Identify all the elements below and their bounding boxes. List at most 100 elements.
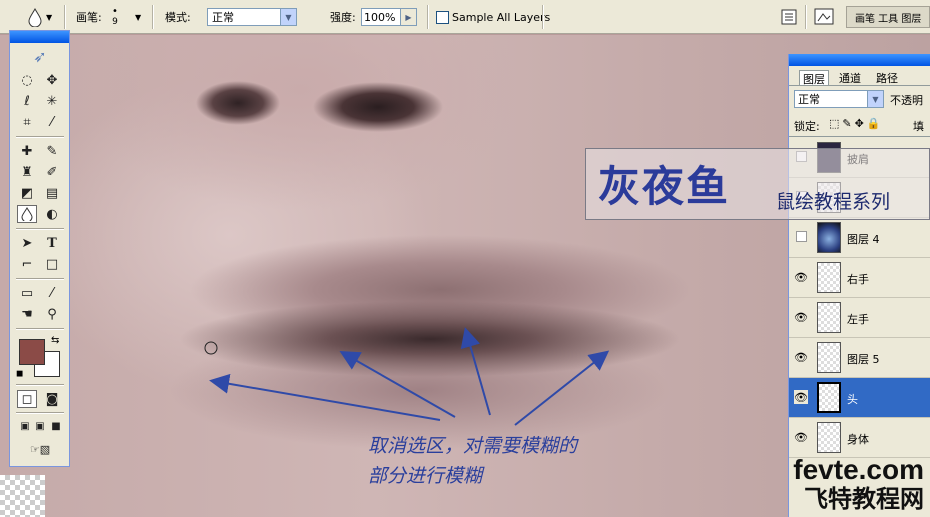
logo-subtitle: 鼠绘教程系列 — [776, 191, 891, 213]
blur-tool-icon[interactable] — [17, 205, 37, 223]
palette-well[interactable]: 画笔 工具 图层 — [846, 6, 930, 28]
layer-name: 头 — [847, 393, 858, 406]
blend-mode-select[interactable]: 正常 ▼ — [794, 90, 884, 108]
eye-icon[interactable]: 👁 — [794, 430, 808, 444]
fill-label: 填 — [913, 120, 924, 133]
eraser-tool-icon[interactable]: ◩ — [17, 184, 37, 202]
chevron-down-icon: ▼ — [867, 91, 883, 107]
eye-icon[interactable]: 👁 — [794, 350, 808, 364]
dodge-tool-icon[interactable]: ◐ — [42, 205, 62, 223]
opacity-label: 不透明 — [890, 94, 923, 107]
layer-name: 图层 5 — [847, 353, 880, 366]
lock-icons[interactable]: ⬚✎✥🔒 — [829, 117, 884, 130]
type-tool-icon[interactable]: T — [42, 234, 62, 252]
move-tool-icon[interactable]: ✥ — [42, 71, 62, 89]
mode-value: 正常 — [212, 11, 234, 24]
eye-icon[interactable]: 👁 — [794, 270, 808, 284]
options-bar: ▼ 画笔: • 9 ▼ 模式: 正常 ▼ 强度: 100% ▶ Sample A… — [0, 0, 930, 34]
watermark-name: 飞特教程网 — [804, 485, 924, 513]
watermark-url: fevte.com — [793, 454, 924, 485]
toolbox-title-bar[interactable] — [10, 31, 69, 43]
layer-row-图层5[interactable]: 👁 图层 5 — [789, 338, 930, 378]
brush-label: 画笔: — [76, 11, 102, 24]
strength-value: 100% — [364, 10, 396, 24]
annotation-line-2: 部分进行模糊 — [368, 465, 483, 487]
annotation-line-1: 取消选区，对需要模糊的 — [368, 435, 578, 457]
lasso-tool-icon[interactable]: ℓ — [17, 92, 37, 110]
brush-size-value: 9 — [112, 17, 118, 27]
swap-colors-icon[interactable]: ⇆ — [51, 335, 59, 346]
quick-mask-mode-icon[interactable]: ◙ — [42, 390, 62, 408]
layer-row-头[interactable]: 👁 头 — [789, 378, 930, 418]
slice-tool-icon[interactable]: ⁄ — [42, 113, 62, 131]
layer-thumbnail — [817, 342, 841, 373]
layers-palette-title-bar[interactable] — [789, 54, 930, 66]
brush-size-picker[interactable]: • 9 — [112, 0, 118, 34]
rectangle-shape-tool-icon[interactable]: □ — [42, 255, 62, 273]
tab-layers[interactable]: 图层 — [799, 70, 829, 86]
mode-select[interactable]: 正常 ▼ — [207, 8, 297, 26]
imageready-icon — [814, 8, 834, 25]
strength-label: 强度: — [330, 11, 356, 24]
pen-tool-icon[interactable]: ⌐ — [17, 255, 37, 273]
eyedropper-tool-icon[interactable]: ⁄ — [42, 284, 62, 302]
layer-row-身体[interactable]: 👁 身体 — [789, 418, 930, 458]
layer-row-左手[interactable]: 👁 左手 — [789, 298, 930, 338]
layers-palette: 图层 通道 路径 正常 ▼ 不透明 锁定: ⬚✎✥🔒 填 披肩 图层 4 👁 右… — [788, 54, 930, 517]
layer-row-右手[interactable]: 👁 右手 — [789, 258, 930, 298]
eye-icon[interactable]: 👁 — [794, 390, 808, 404]
jump-to-imageready-button[interactable] — [813, 0, 837, 34]
screen-mode-full-icon[interactable]: ■ — [46, 417, 66, 435]
default-colors-icon[interactable]: ◼ — [16, 369, 23, 379]
layer-thumbnail — [817, 222, 841, 253]
foreground-color-swatch-top[interactable] — [19, 339, 45, 365]
layer-name: 图层 4 — [847, 233, 880, 246]
file-browser-button[interactable] — [780, 0, 798, 34]
healing-brush-tool-icon[interactable]: ✚ — [17, 142, 37, 160]
feather-logo-icon: ➶ — [33, 46, 47, 66]
visibility-toggle[interactable] — [796, 231, 807, 242]
layer-row-图层4[interactable]: 图层 4 — [789, 218, 930, 258]
file-browser-icon — [781, 9, 797, 25]
brush-dropdown-arrow[interactable]: ▼ — [135, 0, 141, 34]
chevron-down-icon: ▼ — [280, 9, 296, 25]
sample-all-layers-checkbox[interactable] — [436, 10, 449, 24]
gradient-tool-icon[interactable]: ▤ — [42, 184, 62, 202]
toolbox-palette: ➶ ◌ ✥ ℓ ✳ ⌗ ⁄ ✚ ✎ ♜ ✐ ◩ ▤ ◐ ➤ T ⌐ □ ▭ ⁄ … — [9, 30, 70, 467]
eye-icon[interactable]: 👁 — [794, 310, 808, 324]
path-selection-tool-icon[interactable]: ➤ — [17, 234, 37, 252]
layer-thumbnail — [817, 382, 841, 413]
hand-tool-icon[interactable]: ☚ — [17, 305, 37, 323]
layer-thumbnail — [817, 302, 841, 333]
standard-mode-icon[interactable]: ◻ — [17, 390, 37, 408]
jump-to-imageready-icon[interactable]: ☞▧ — [17, 440, 63, 458]
brush-cursor — [204, 341, 218, 355]
arrow-2 — [339, 351, 456, 418]
tab-paths[interactable]: 路径 — [873, 70, 901, 85]
brush-tool-icon[interactable]: ✎ — [42, 142, 62, 160]
layer-thumbnail — [817, 262, 841, 293]
logo-title: 灰夜鱼 — [598, 162, 731, 211]
magic-wand-tool-icon[interactable]: ✳ — [42, 92, 62, 110]
arrow-1 — [209, 373, 441, 421]
arrow-4 — [514, 350, 610, 426]
brush-dot-icon: • — [112, 6, 118, 17]
blur-drop-icon — [28, 7, 42, 27]
crop-tool-icon[interactable]: ⌗ — [17, 113, 37, 131]
logo-banner: 灰夜鱼 鼠绘教程系列 — [585, 148, 930, 220]
lock-label: 锁定: — [794, 120, 820, 133]
zoom-tool-icon[interactable]: ⚲ — [42, 305, 62, 323]
blur-tool-preset-picker[interactable]: ▼ — [26, 0, 52, 34]
watermark: fevte.com 飞特教程网 — [793, 454, 924, 514]
strength-input[interactable]: 100% ▶ — [361, 8, 417, 26]
notes-tool-icon[interactable]: ▭ — [17, 284, 37, 302]
chevron-down-icon: ▼ — [46, 12, 53, 22]
history-brush-tool-icon[interactable]: ✐ — [42, 163, 62, 181]
clone-stamp-tool-icon[interactable]: ♜ — [17, 163, 37, 181]
layer-thumbnail — [817, 422, 841, 453]
chevron-right-icon: ▶ — [400, 9, 416, 25]
arrow-3 — [460, 327, 491, 416]
layer-name: 身体 — [847, 433, 869, 446]
tab-channels[interactable]: 通道 — [836, 70, 864, 85]
marquee-tool-icon[interactable]: ◌ — [17, 71, 37, 89]
